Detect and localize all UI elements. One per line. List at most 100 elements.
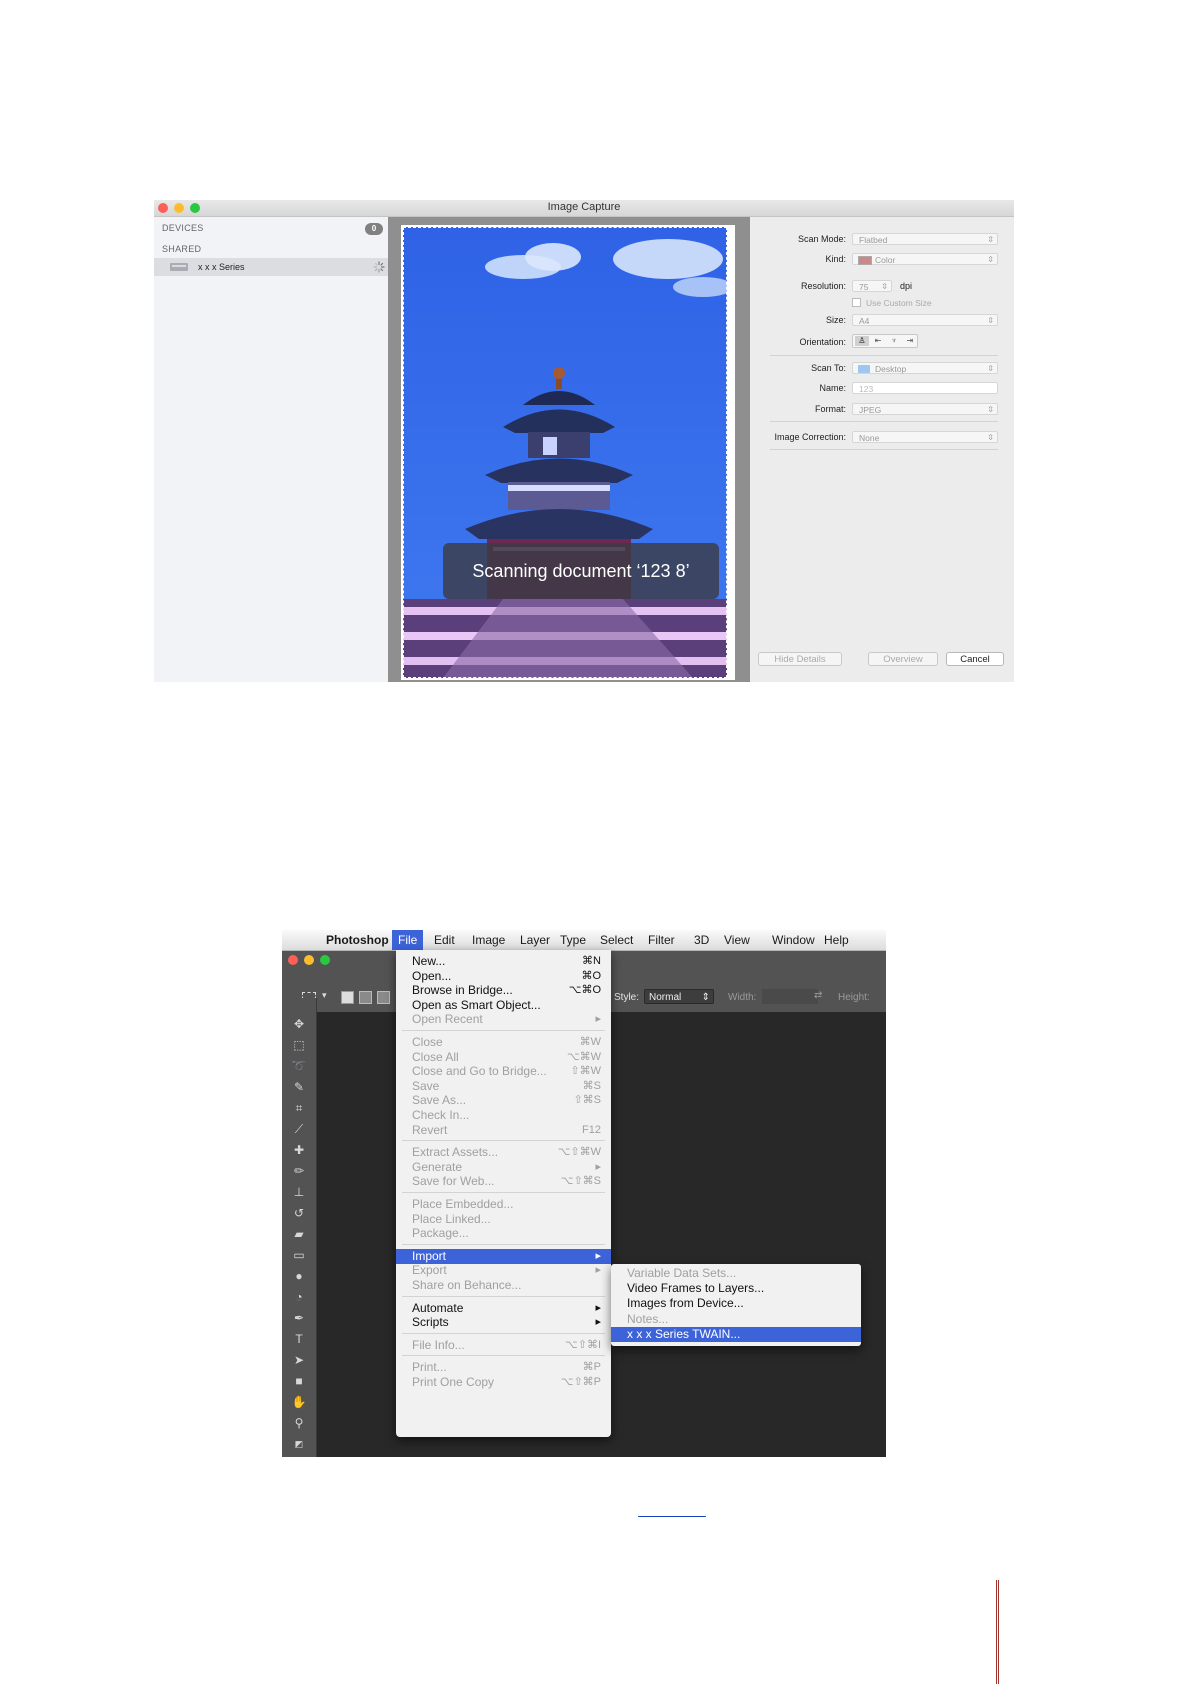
file-menu-item-automate[interactable]: Automate ▸ [396, 1301, 611, 1316]
clone-stamp-tool-icon[interactable]: ⊥ [291, 1184, 307, 1200]
hyperlink-underline[interactable] [638, 1516, 706, 1517]
lasso-tool-icon[interactable]: ➰ [291, 1058, 307, 1074]
name-input[interactable]: 123 [852, 382, 998, 394]
folder-icon [858, 365, 870, 373]
import-submenu-item-x-x-x-series-twain[interactable]: x x x Series TWAIN... [611, 1326, 861, 1342]
orientation-left-icon[interactable]: ⇤ [871, 336, 885, 346]
zoom-tool-icon[interactable]: ⚲ [291, 1415, 307, 1431]
brush-tool-icon[interactable]: ✏ [291, 1163, 307, 1179]
image-correction-select[interactable]: None ⇳ [852, 431, 998, 443]
file-menu-item-check-in[interactable]: Check In... [396, 1108, 611, 1123]
file-menu-item-save[interactable]: Save ⌘S [396, 1079, 611, 1094]
swap-icon[interactable]: ⇄ [814, 990, 822, 1001]
zoom-window-button[interactable] [320, 955, 330, 965]
kind-select[interactable]: Color ⇳ [852, 253, 998, 265]
file-menu-item-new[interactable]: New... ⌘N [396, 954, 611, 969]
gradient-tool-icon[interactable]: ▭ [291, 1247, 307, 1263]
file-menu-item-save-as[interactable]: Save As... ⇧⌘S [396, 1093, 611, 1108]
size-select[interactable]: A4 ⇳ [852, 314, 998, 326]
style-select[interactable]: Normal ⇕ [644, 989, 714, 1004]
file-menu-item-export[interactable]: Export ▸ [396, 1263, 611, 1278]
color-swatches-icon[interactable]: ◩ [291, 1436, 307, 1452]
overview-button[interactable]: Overview [868, 652, 938, 666]
menu-type[interactable]: Type [560, 933, 586, 947]
file-menu-item-close-all[interactable]: Close All ⌥⌘W [396, 1050, 611, 1065]
file-menu-item-file-info[interactable]: File Info... ⌥⇧⌘I [396, 1338, 611, 1353]
file-menu-item-generate[interactable]: Generate ▸ [396, 1160, 611, 1175]
import-submenu-item-notes[interactable]: Notes... [611, 1312, 861, 1327]
submenu-arrow-icon: ▸ [595, 1264, 601, 1277]
menu-file[interactable]: File [392, 930, 424, 950]
menu-window[interactable]: Window [772, 933, 815, 947]
rectangle-tool-icon[interactable]: ■ [291, 1373, 307, 1389]
scan-selection-marquee[interactable] [403, 227, 727, 678]
menu-item-label: Variable Data Sets... [627, 1266, 737, 1280]
dodge-tool-icon[interactable]: ◔ [291, 1289, 307, 1305]
import-submenu-item-images-from-device[interactable]: Images from Device... [611, 1296, 861, 1311]
pen-tool-icon[interactable]: ✒ [291, 1310, 307, 1326]
menu-image[interactable]: Image [472, 933, 505, 947]
path-selection-tool-icon[interactable]: ➤ [291, 1352, 307, 1368]
file-menu-item-revert[interactable]: Revert F12 [396, 1123, 611, 1138]
file-menu-item-print[interactable]: Print... ⌘P [396, 1360, 611, 1375]
import-submenu-item-variable-data-sets[interactable]: Variable Data Sets... [611, 1266, 861, 1281]
add-selection-icon[interactable] [359, 991, 372, 1004]
format-select[interactable]: JPEG ⇳ [852, 403, 998, 415]
file-menu-item-open-as-smart-object[interactable]: Open as Smart Object... [396, 998, 611, 1013]
device-row[interactable]: x x x Series [154, 258, 388, 276]
file-menu-item-save-for-web[interactable]: Save for Web... ⌥⇧⌘S [396, 1174, 611, 1189]
file-menu-item-close[interactable]: Close ⌘W [396, 1035, 611, 1050]
minimize-window-button[interactable] [304, 955, 314, 965]
move-tool-icon[interactable]: ✥ [291, 1016, 307, 1032]
scan-to-select[interactable]: Desktop ⇳ [852, 362, 998, 374]
file-menu-item-import[interactable]: Import ▸ [396, 1248, 611, 1264]
history-brush-tool-icon[interactable]: ↺ [291, 1205, 307, 1221]
file-menu-item-open-recent[interactable]: Open Recent ▸ [396, 1012, 611, 1027]
hide-details-button[interactable]: Hide Details [758, 652, 842, 666]
scan-mode-select[interactable]: Flatbed ⇳ [852, 233, 998, 245]
width-input[interactable] [762, 989, 818, 1004]
file-menu-item-place-linked[interactable]: Place Linked... [396, 1212, 611, 1227]
page-margin-rule [996, 1580, 999, 1684]
eyedropper-tool-icon[interactable]: ⟋ [291, 1121, 307, 1137]
file-menu-item-share-on-behance[interactable]: Share on Behance... [396, 1278, 611, 1293]
file-menu-item-package[interactable]: Package... [396, 1226, 611, 1241]
marquee-tool-icon[interactable]: ⬚ [291, 1037, 307, 1053]
orientation-right-icon[interactable]: ⇥ [903, 336, 917, 346]
custom-size-label: Use Custom Size [866, 298, 932, 308]
file-menu-item-scripts[interactable]: Scripts ▸ [396, 1315, 611, 1330]
healing-brush-tool-icon[interactable]: ✚ [291, 1142, 307, 1158]
crop-tool-icon[interactable]: ⌗ [291, 1100, 307, 1116]
size-label: Size: [825, 315, 846, 325]
file-menu-item-open[interactable]: Open... ⌘O [396, 969, 611, 984]
menu-filter[interactable]: Filter [648, 933, 675, 947]
file-menu-item-place-embedded[interactable]: Place Embedded... [396, 1197, 611, 1212]
menu-select[interactable]: Select [600, 933, 633, 947]
menu-layer[interactable]: Layer [520, 933, 550, 947]
custom-size-checkbox[interactable] [852, 298, 861, 307]
orientation-up-icon[interactable]: ♙ [855, 336, 869, 346]
subtract-selection-icon[interactable] [377, 991, 390, 1004]
close-window-button[interactable] [288, 955, 298, 965]
file-menu-item-extract-assets[interactable]: Extract Assets... ⌥⇧⌘W [396, 1145, 611, 1160]
chevron-updown-icon: ⇳ [987, 255, 994, 264]
menu-help[interactable]: Help [824, 933, 849, 947]
menu-view[interactable]: View [724, 933, 750, 947]
menu-3d[interactable]: 3D [694, 933, 709, 947]
file-menu-item-print-one-copy[interactable]: Print One Copy ⌥⇧⌘P [396, 1375, 611, 1390]
quick-selection-tool-icon[interactable]: ✎ [291, 1079, 307, 1095]
eraser-tool-icon[interactable]: ▰ [291, 1226, 307, 1242]
file-menu-item-close-and-go-to-bridge[interactable]: Close and Go to Bridge... ⇧⌘W [396, 1064, 611, 1079]
file-menu-item-browse-in-bridge[interactable]: Browse in Bridge... ⌥⌘O [396, 983, 611, 998]
menu-edit[interactable]: Edit [434, 933, 455, 947]
orientation-down-icon[interactable]: ♆ [887, 336, 901, 346]
type-tool-icon[interactable]: T [291, 1331, 307, 1347]
new-selection-icon[interactable] [341, 991, 354, 1004]
blur-tool-icon[interactable]: ● [291, 1268, 307, 1284]
import-submenu-item-video-frames-to-layers[interactable]: Video Frames to Layers... [611, 1281, 861, 1296]
resolution-field[interactable]: 75 ⇳ [852, 280, 892, 292]
chevron-down-icon[interactable]: ▾ [322, 990, 327, 1001]
cancel-button[interactable]: Cancel [946, 652, 1004, 666]
menu-photoshop[interactable]: Photoshop [326, 933, 389, 947]
hand-tool-icon[interactable]: ✋ [291, 1394, 307, 1410]
